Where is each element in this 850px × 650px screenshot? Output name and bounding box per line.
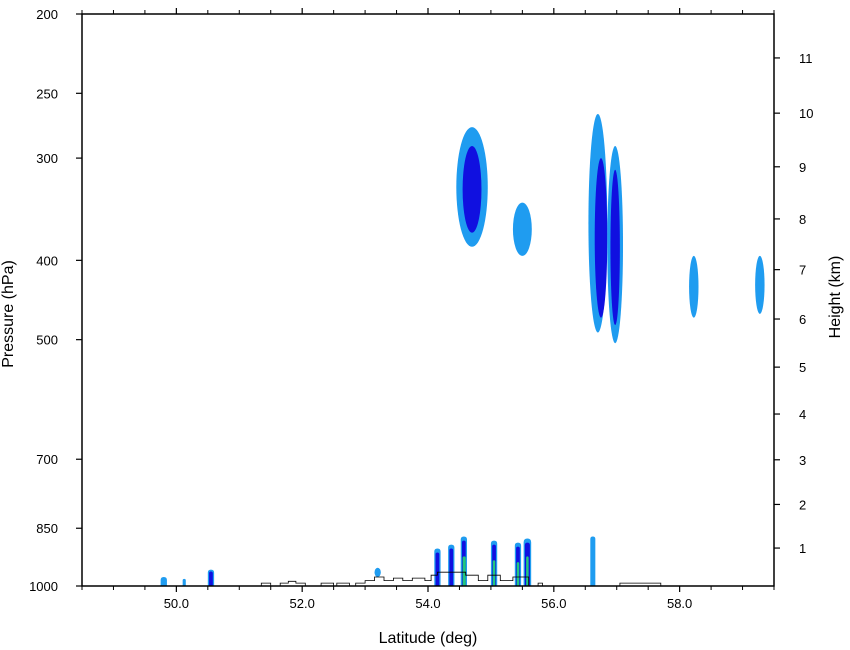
y2-tick-label: 11 [799, 51, 813, 66]
y-tick-label: 250 [36, 86, 58, 101]
y-tick-label: 1000 [29, 579, 58, 594]
y2-tick-label: 3 [799, 453, 806, 468]
contour-region-level-3 [462, 556, 466, 586]
contour-region-level-1 [182, 578, 186, 586]
y-axis-title: Pressure (hPa) [0, 260, 17, 368]
y-tick-label: 700 [36, 452, 58, 467]
contour-region-level-1 [689, 255, 699, 318]
x-axis-title: Latitude (deg) [379, 630, 478, 647]
y2-tick-label: 6 [799, 312, 806, 327]
x-tick-label: 58.0 [667, 596, 692, 611]
x-tick-label: 52.0 [290, 596, 315, 611]
contour-region-level-1 [160, 577, 167, 586]
contour-region-level-2 [594, 158, 608, 318]
contour-region-level-3 [526, 556, 529, 586]
y-tick-label: 300 [36, 151, 58, 166]
x-tick-label: 54.0 [415, 596, 440, 611]
y-tick-label: 200 [36, 7, 58, 22]
y2-tick-label: 10 [799, 106, 813, 121]
y-tick-label: 850 [36, 521, 58, 536]
contour-region-level-1 [590, 536, 596, 586]
y2-tick-label: 5 [799, 360, 806, 375]
cross-section-chart: 50.0 52.0 54.0 56.0 58.020025030040050070085… [0, 7, 844, 647]
x-tick-label: 50.0 [164, 596, 189, 611]
y2-tick-label: 7 [799, 263, 806, 278]
plot-area [160, 114, 765, 586]
y-tick-label: 400 [36, 253, 58, 268]
y2-axis-title: Height (km) [827, 256, 844, 339]
y-tick-label: 500 [36, 333, 58, 348]
y2-tick-label: 1 [799, 541, 806, 556]
plot-frame [81, 13, 775, 587]
contour-region-level-2 [209, 571, 213, 586]
contour-region-level-2 [462, 146, 482, 233]
y2-tick-label: 8 [799, 212, 806, 227]
contour-region-level-1 [755, 255, 765, 314]
y2-tick-label: 4 [799, 407, 806, 422]
contour-region-level-1 [374, 567, 381, 578]
contour-region-level-3 [516, 562, 520, 586]
contour-region-level-1 [512, 202, 532, 256]
y2-tick-label: 9 [799, 160, 806, 175]
y2-tick-label: 2 [799, 497, 806, 512]
contour-region-level-2 [610, 169, 620, 326]
contour-region-level-2 [449, 548, 454, 586]
contour-region-level-2 [435, 552, 440, 586]
contour-region-level-3 [492, 560, 496, 586]
x-tick-label: 56.0 [541, 596, 566, 611]
